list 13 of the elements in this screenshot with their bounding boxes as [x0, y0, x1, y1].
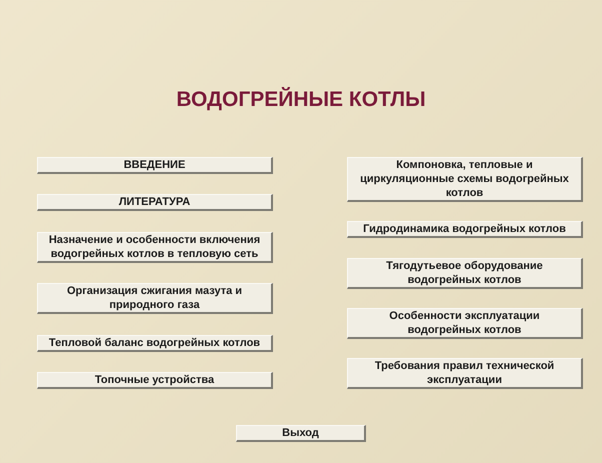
menu-button[interactable]: Назначение и особенности включения водогрейных котлов в тепловую сеть: [37, 232, 273, 263]
menu-button[interactable]: Тепловой баланс водогрейных котлов: [37, 334, 273, 352]
exit-button[interactable]: Выход: [236, 425, 366, 442]
menu-button[interactable]: Топочные устройства: [37, 372, 273, 389]
menu-button[interactable]: ВВЕДЕНИЕ: [37, 157, 273, 174]
menu-button[interactable]: Компоновка, тепловые и циркуляционные схемы водогрейных котлов: [347, 157, 583, 202]
menu-button[interactable]: Тягодутьевое оборудование водогрейных котлов: [347, 258, 583, 288]
menu-button[interactable]: Требования правил технической эксплуатации: [347, 358, 583, 389]
menu-button[interactable]: Гидродинамика водогрейных котлов: [347, 221, 583, 238]
menu-button[interactable]: Организация сжигания мазута и природного газа: [37, 283, 273, 314]
page-title: ВОДОГРЕЙНЫЕ КОТЛЫ: [175, 86, 427, 113]
menu-button[interactable]: Особенности эксплуатации водогрейных котлов: [347, 308, 583, 339]
menu-button[interactable]: ЛИТЕРАТУРА: [37, 194, 273, 212]
